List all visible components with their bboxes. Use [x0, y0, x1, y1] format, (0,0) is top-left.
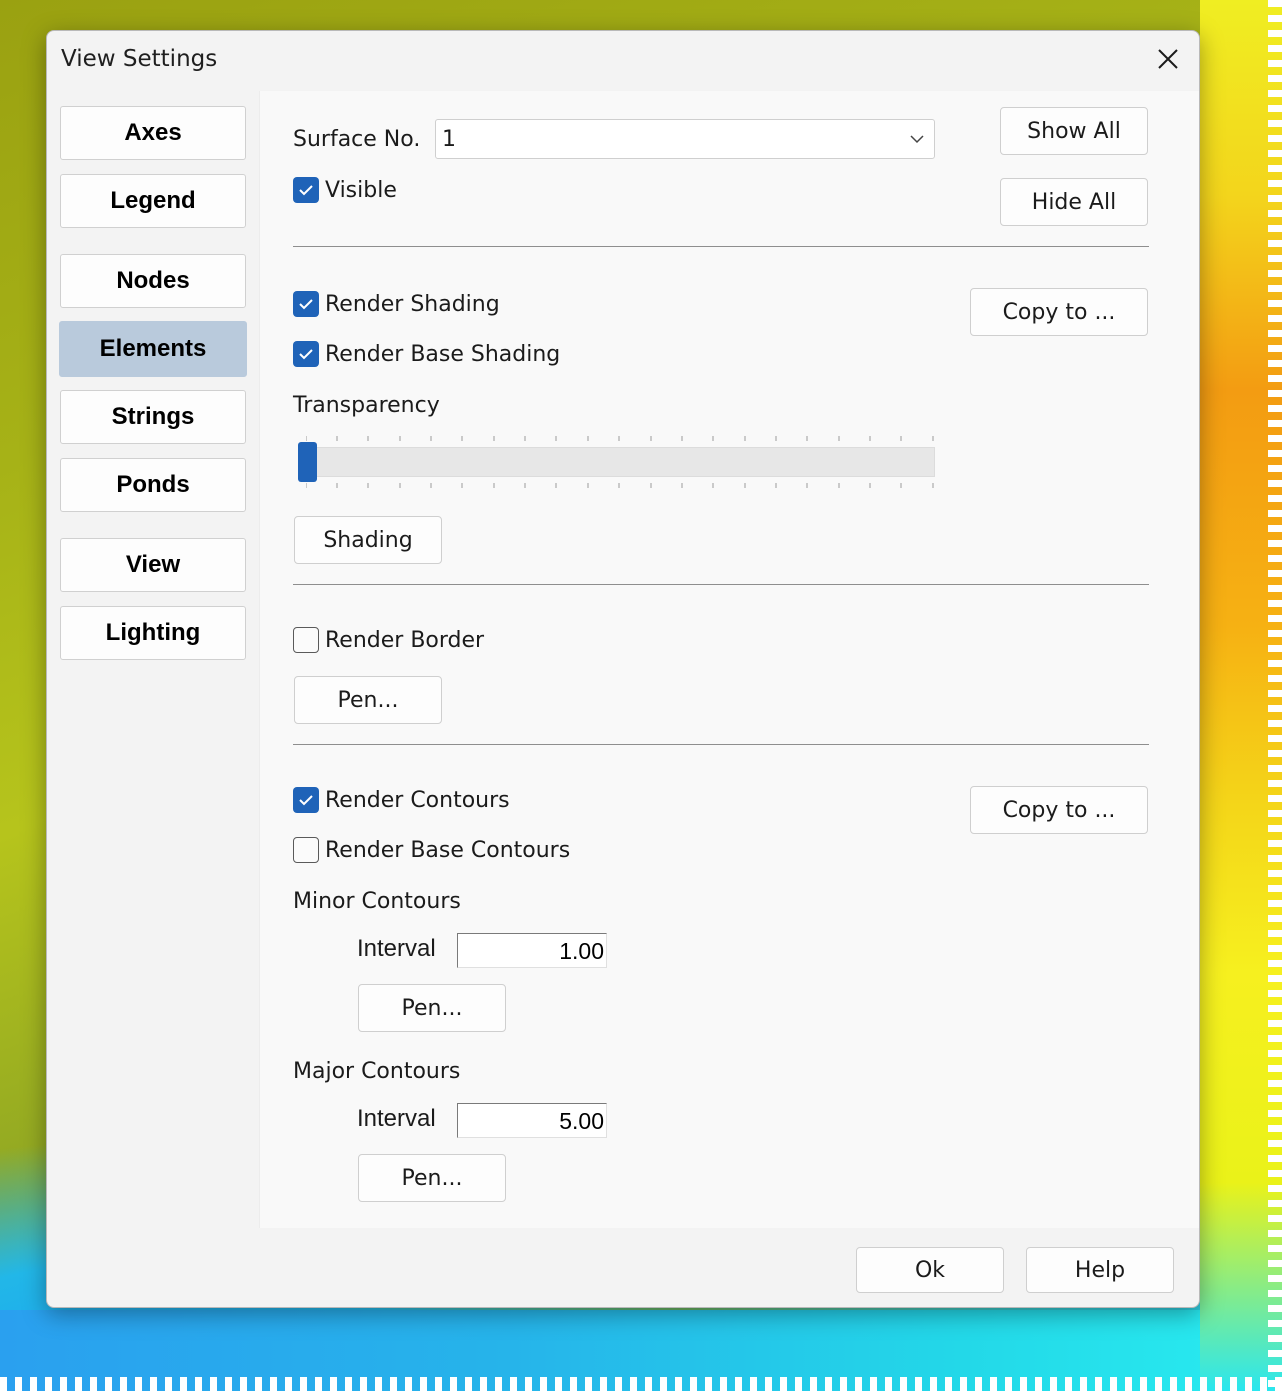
checkmark-icon: [299, 349, 313, 360]
slider-ticks-top: [306, 436, 934, 441]
nav-nodes-button[interactable]: Nodes: [60, 254, 246, 308]
close-button[interactable]: [1149, 43, 1187, 75]
render-base-contours-label: Render Base Contours: [325, 838, 571, 863]
render-base-shading-label: Render Base Shading: [325, 342, 561, 367]
transparency-slider[interactable]: [299, 447, 935, 477]
shading-copy-to-button[interactable]: Copy to ...: [970, 288, 1148, 336]
view-settings-dialog: View Settings Axes Legend Nodes Elements…: [46, 30, 1200, 1308]
hide-all-button[interactable]: Hide All: [1000, 178, 1148, 226]
shading-button[interactable]: Shading: [294, 516, 442, 564]
nav-ponds-button[interactable]: Ponds: [60, 458, 246, 512]
nav-legend-button[interactable]: Legend: [60, 174, 246, 228]
nav-lighting-button[interactable]: Lighting: [60, 606, 246, 660]
visible-label: Visible: [325, 178, 397, 203]
minor-pen-button[interactable]: Pen...: [358, 984, 506, 1032]
render-border-label: Render Border: [325, 628, 485, 653]
nav-elements-button[interactable]: Elements: [59, 321, 247, 377]
render-contours-checkbox[interactable]: [293, 787, 319, 813]
show-all-button[interactable]: Show All: [1000, 107, 1148, 155]
major-contours-label: Major Contours: [293, 1059, 461, 1084]
major-pen-button[interactable]: Pen...: [358, 1154, 506, 1202]
render-base-shading-checkbox[interactable]: [293, 341, 319, 367]
help-button[interactable]: Help: [1026, 1247, 1174, 1293]
minor-interval-label: Interval: [357, 935, 436, 962]
major-interval-input[interactable]: 5.00: [457, 1103, 607, 1138]
visible-checkbox[interactable]: [293, 177, 319, 203]
separator: [293, 246, 1149, 247]
title-bar: View Settings: [47, 31, 1199, 91]
render-contours-label: Render Contours: [325, 788, 510, 813]
surface-select[interactable]: 1: [435, 119, 935, 159]
checkmark-icon: [299, 795, 313, 806]
separator: [293, 584, 1149, 585]
transparency-slider-thumb[interactable]: [298, 442, 317, 482]
render-border-checkbox[interactable]: [293, 627, 319, 653]
elements-settings-panel: Surface No. 1 Show All Hide All Visible …: [259, 91, 1199, 1228]
slider-ticks-bottom: [306, 483, 934, 488]
window-title: View Settings: [61, 46, 218, 72]
render-base-contours-checkbox[interactable]: [293, 837, 319, 863]
surface-select-value: 1: [442, 127, 456, 152]
minor-contours-label: Minor Contours: [293, 889, 461, 914]
major-interval-label: Interval: [357, 1105, 436, 1132]
checkmark-icon: [299, 185, 313, 196]
transparency-label: Transparency: [293, 393, 440, 418]
background-map-right: [1200, 0, 1282, 1391]
chevron-down-icon: [910, 135, 924, 144]
background-map-torn-edge: [0, 1377, 1282, 1391]
ok-button[interactable]: Ok: [856, 1247, 1004, 1293]
border-pen-button[interactable]: Pen...: [294, 676, 442, 724]
contours-copy-to-button[interactable]: Copy to ...: [970, 786, 1148, 834]
render-shading-label: Render Shading: [325, 292, 500, 317]
render-shading-checkbox[interactable]: [293, 291, 319, 317]
minor-interval-input[interactable]: 1.00: [457, 933, 607, 968]
surface-label: Surface No.: [293, 127, 421, 152]
separator: [293, 744, 1149, 745]
nav-view-button[interactable]: View: [60, 538, 246, 592]
nav-strings-button[interactable]: Strings: [60, 390, 246, 444]
close-icon: [1158, 49, 1178, 69]
nav-axes-button[interactable]: Axes: [60, 106, 246, 160]
checkmark-icon: [299, 299, 313, 310]
